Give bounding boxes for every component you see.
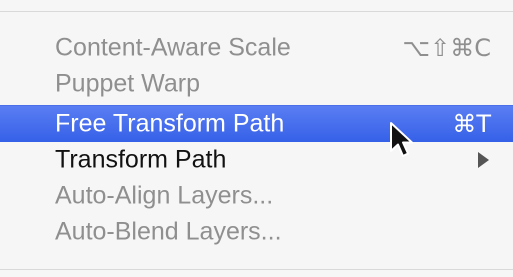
menu-item-label: Free Transform Path [55,109,285,138]
menu-item-content-aware-scale[interactable]: Content-Aware Scale ⌥⇧⌘C [0,30,513,66]
context-menu: Content-Aware Scale ⌥⇧⌘C Puppet Warp Fre… [0,0,513,277]
menu-separator-top [0,11,513,12]
menu-item-label: Auto-Blend Layers... [55,217,282,246]
menu-item-auto-align-layers[interactable]: Auto-Align Layers... [0,178,513,214]
menu-item-shortcut: ⌥⇧⌘C [402,34,491,62]
menu-item-shortcut: ⌘T [452,110,491,138]
submenu-arrow-icon [478,152,489,168]
menu-item-puppet-warp[interactable]: Puppet Warp [0,66,513,102]
menu-item-label: Transform Path [55,145,227,174]
menu-item-label: Puppet Warp [55,69,200,98]
menu-item-label: Content-Aware Scale [55,33,291,62]
mouse-cursor-icon [390,122,413,157]
menu-item-label: Auto-Align Layers... [55,181,274,210]
menu-separator-bottom [0,269,513,270]
menu-item-transform-path[interactable]: Transform Path [0,142,513,178]
menu-item-free-transform-path[interactable]: Free Transform Path ⌘T [0,105,513,142]
menu-item-auto-blend-layers[interactable]: Auto-Blend Layers... [0,214,513,250]
